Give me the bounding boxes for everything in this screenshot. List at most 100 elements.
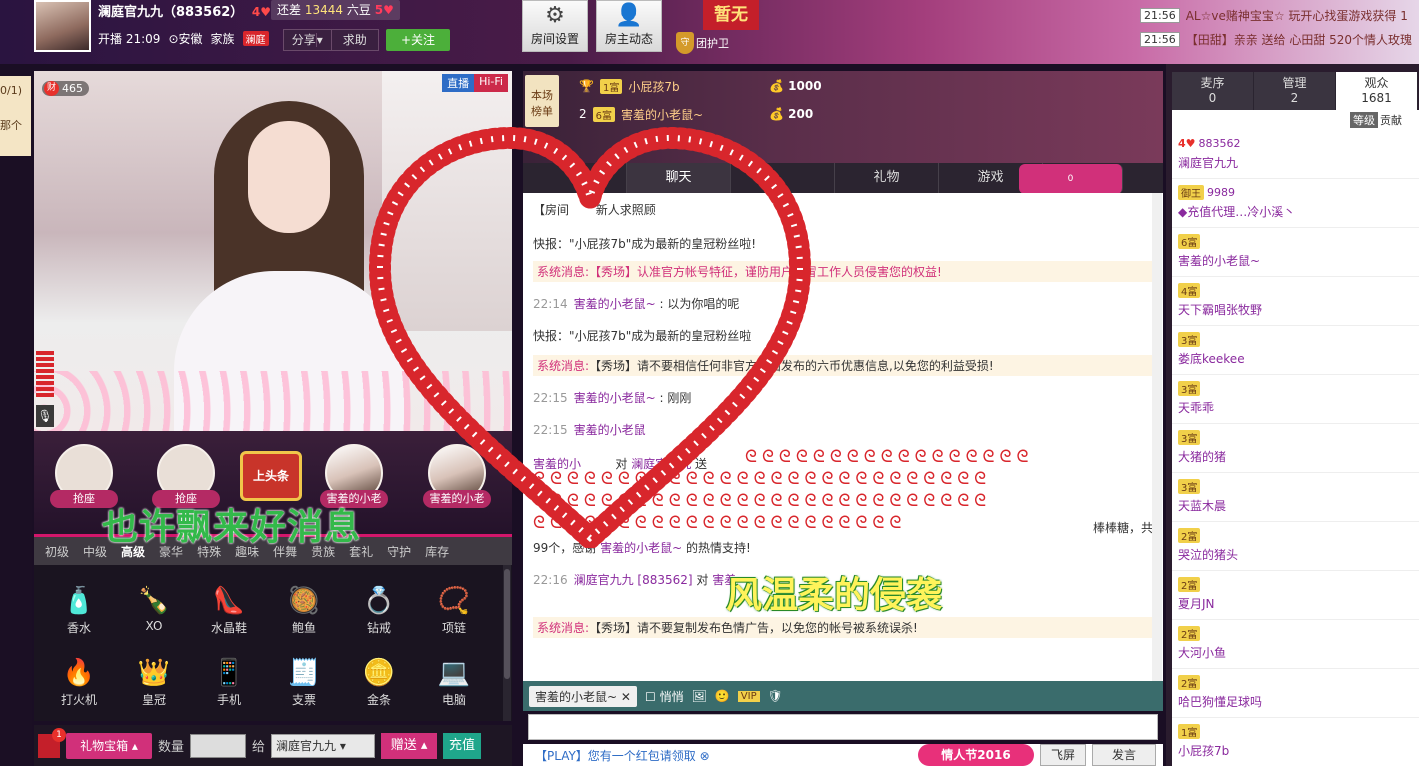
- viewer-item[interactable]: 1富 小屁孩7b: [1172, 718, 1419, 766]
- gift-bag-icon[interactable]: 1: [38, 727, 66, 758]
- left-collapsed-tab[interactable]: 0/1) 那个: [0, 76, 31, 156]
- sort-level[interactable]: 等级: [1350, 112, 1378, 128]
- viewer-item[interactable]: 3富 娄底keekee: [1172, 326, 1419, 375]
- chat-message: 系统消息:【秀场】请不要相信任何非官方页面发布的六币优惠信息,以免您的利益受损!: [533, 355, 1153, 376]
- viewer-item[interactable]: 御王 9989 ◆充值代理…冷小溪丶: [1172, 179, 1419, 228]
- charge-button[interactable]: 充值: [443, 732, 482, 759]
- speak-button[interactable]: 发言: [1092, 744, 1156, 766]
- rank-row[interactable]: 2 6富 害羞的小老鼠~ 💰 200: [579, 101, 813, 127]
- viewer-item[interactable]: 2富 大河小鱼: [1172, 620, 1419, 669]
- chat-scrollbar[interactable]: [1152, 193, 1162, 681]
- tab-mic-queue[interactable]: 麦序 0: [1172, 72, 1254, 110]
- to-label: 给: [252, 740, 266, 755]
- laptop-icon: 💻: [437, 658, 471, 688]
- valentine-banner[interactable]: 情人节2016: [918, 744, 1034, 766]
- viewer-item[interactable]: 4富 天下霸唱张牧野: [1172, 277, 1419, 326]
- anchor-id: （883562）: [163, 5, 244, 20]
- live-video[interactable]: 财 465 直播 Hi-Fi 🎙: [34, 71, 512, 431]
- gift-item[interactable]: 📿 项链: [424, 583, 484, 636]
- send-gift-button[interactable]: 赠送 ▴: [381, 732, 438, 759]
- follow-button[interactable]: +关注: [386, 29, 450, 51]
- chat-input[interactable]: [528, 714, 1158, 740]
- guard-emoji-icon[interactable]: 🛡: [768, 689, 783, 703]
- host-updates-button[interactable]: 👤 房主动态: [596, 0, 662, 52]
- tab-other[interactable]: [731, 163, 835, 193]
- anchor-avatar[interactable]: [34, 0, 91, 52]
- perfume-icon: 🧴: [62, 586, 96, 616]
- seat-4[interactable]: 害羞的小老: [423, 444, 491, 514]
- viewer-item[interactable]: 3富 大猪的猪: [1172, 424, 1419, 473]
- gift-item[interactable]: 🍾 XO: [124, 583, 184, 633]
- gift-item[interactable]: 💻 电脑: [424, 655, 484, 708]
- chat-message: 快报："小屁孩7b"成为最新的皇冠粉丝啦!: [533, 237, 757, 251]
- coin-icon: 💰: [769, 107, 784, 121]
- level-gap: 还差 13444 六豆 5♥: [271, 0, 400, 20]
- room-settings-button[interactable]: ⚙ 房间设置: [522, 0, 588, 52]
- tab-gifts[interactable]: 礼物: [835, 163, 939, 193]
- tab-admins[interactable]: 管理 2: [1254, 72, 1336, 110]
- gift-scrollbar[interactable]: [503, 565, 511, 721]
- gift-item[interactable]: 💍 钻戒: [349, 583, 409, 636]
- viewer-item[interactable]: 2富 哈巴狗懂足球吗: [1172, 669, 1419, 718]
- rank-row[interactable]: 🏆 1富 小屁孩7b 💰 1000: [579, 73, 822, 99]
- diamond-ring-icon: 💍: [362, 586, 396, 616]
- anchor-level-icon: 4♥: [251, 5, 271, 19]
- mic-icon[interactable]: 🎙: [36, 405, 54, 427]
- gift-tab[interactable]: 库存: [418, 543, 456, 560]
- gift-item[interactable]: 👑 皇冠: [124, 655, 184, 708]
- lollipop-effect: ᘓᘓᘓᘓᘓᘓᘓᘓᘓᘓᘓᘓᘓᘓᘓᘓᘓ: [745, 447, 1034, 467]
- lollipop-effect: ᘓᘓᘓᘓᘓᘓᘓᘓᘓᘓᘓᘓᘓᘓᘓᘓᘓᘓᘓᘓᘓᘓᘓᘓᘓᘓᘓ: [533, 469, 992, 489]
- viewer-item[interactable]: 3富 天蓝木晨: [1172, 473, 1419, 522]
- fly-screen-button[interactable]: 飞屏: [1040, 744, 1086, 766]
- help-button[interactable]: 求助: [332, 30, 379, 50]
- private-checkbox[interactable]: ☐ 悄悄: [645, 688, 684, 705]
- chat-target-select[interactable]: 害羞的小老鼠~ ✕: [529, 685, 637, 707]
- chat-tabs: 聊天 礼物 游戏 🚗 0: [523, 163, 1163, 199]
- tab-chat[interactable]: 聊天: [627, 163, 731, 193]
- vip-icon[interactable]: VIP: [737, 690, 760, 702]
- anchor-name-line: 澜庭官九九（883562） 4♥: [98, 1, 271, 20]
- chat-message: 【房间 新人求照顾: [533, 203, 656, 217]
- chat-message: 22:15 害羞的小老鼠~ : 刚刚: [533, 391, 692, 405]
- anchor-name: 澜庭官九九: [98, 5, 164, 20]
- gift-tab[interactable]: 初级: [38, 543, 76, 560]
- gift-box-button[interactable]: 礼物宝箱 ▴: [66, 732, 152, 759]
- red-packet-notice[interactable]: 【PLAY】您有一个红包请领取 ⊗: [523, 747, 710, 764]
- gift-item[interactable]: 🪙 金条: [349, 655, 409, 708]
- headline-button[interactable]: 上头条: [240, 451, 302, 501]
- tab-blank[interactable]: [523, 163, 627, 193]
- video-tags: 直播 Hi-Fi: [442, 74, 508, 92]
- emoji-icon[interactable]: 🙂: [715, 689, 730, 703]
- tab-audience[interactable]: 观众 1681: [1336, 72, 1418, 110]
- gift-tab[interactable]: 守护: [380, 543, 418, 560]
- share-button[interactable]: 分享▾: [284, 30, 332, 50]
- gift-item[interactable]: 🥘 鲍鱼: [274, 583, 334, 636]
- quantity-input[interactable]: [190, 733, 247, 758]
- check-icon: 🧾: [287, 658, 321, 688]
- guard-link[interactable]: 守 团护卫: [676, 32, 746, 54]
- top-bar: 澜庭官九九（883562） 4♥ 还差 13444 六豆 5♥ 开播 21:09…: [0, 0, 1419, 64]
- viewer-list: 4♥ 883562 澜庭官九九 御王 9989 ◆充值代理…冷小溪丶 6富 害羞的小老鼠~…: [1172, 130, 1419, 766]
- live-tag[interactable]: 直播: [442, 74, 475, 92]
- gift-item[interactable]: 🧴 香水: [49, 583, 109, 636]
- gift-item[interactable]: 🔥 打火机: [49, 655, 109, 708]
- volume-meter[interactable]: [36, 351, 54, 397]
- viewer-item[interactable]: 2富 夏月JN: [1172, 571, 1419, 620]
- gift-item[interactable]: 🧾 支票: [274, 655, 334, 708]
- viewer-item[interactable]: 3富 天乖乖: [1172, 375, 1419, 424]
- rank-board-badge[interactable]: 本场 榜单: [525, 75, 559, 127]
- gift-item[interactable]: 👠 水晶鞋: [199, 583, 259, 636]
- recipient-select[interactable]: 澜庭官九九 ▾: [271, 733, 376, 758]
- viewer-item[interactable]: 2富 哭泣的猪头: [1172, 522, 1419, 571]
- family-tag[interactable]: 澜庭: [242, 31, 269, 46]
- viewer-item[interactable]: 4♥ 883562 澜庭官九九: [1172, 130, 1419, 179]
- notice-item[interactable]: 21:56 AL☆ve赌神宝宝☆ 玩开心找蛋游戏获得 1: [1140, 3, 1419, 27]
- hifi-tag[interactable]: Hi-Fi: [474, 74, 508, 92]
- chat-message: 快报："小屁孩7b"成为最新的皇冠粉丝啦: [533, 329, 752, 343]
- image-icon[interactable]: 🖼: [692, 689, 707, 703]
- none-banner: 暂无: [703, 0, 759, 30]
- sort-contrib[interactable]: 贡献: [1380, 112, 1402, 128]
- viewer-item[interactable]: 6富 害羞的小老鼠~: [1172, 228, 1419, 277]
- gift-item[interactable]: 📱 手机: [199, 655, 259, 708]
- notice-item[interactable]: 21:56 【田甜】亲亲 送给 心田甜 520个情人玫瑰: [1140, 27, 1419, 51]
